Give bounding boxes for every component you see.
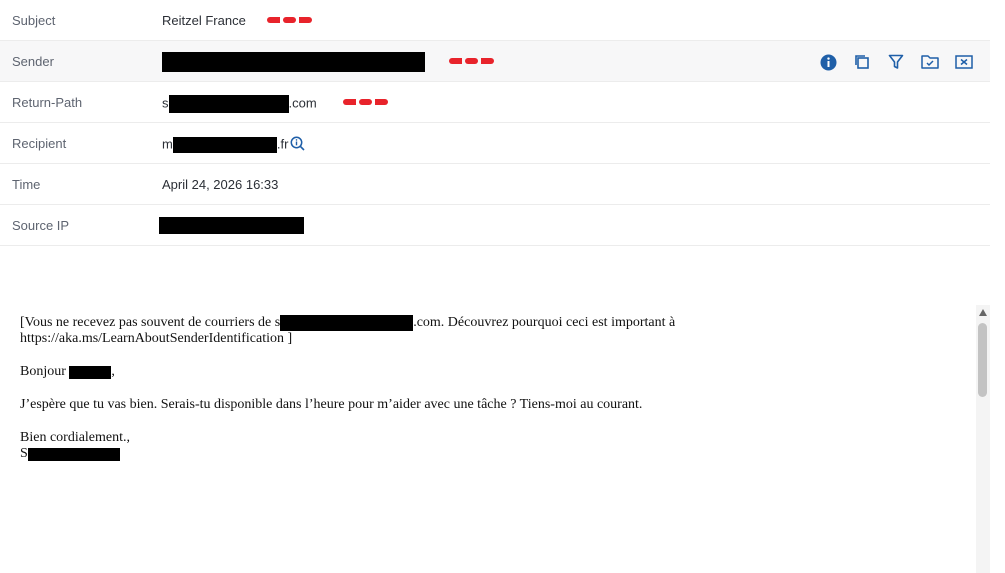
sender-identification-link[interactable]: https://aka.ms/LearnAboutSenderIdentific…: [20, 331, 292, 346]
time-value: April 24, 2026 16:33: [162, 177, 279, 192]
filter-icon[interactable]: [886, 52, 906, 72]
subject-label: Subject: [12, 13, 56, 28]
closing: Bien cordialement., S: [20, 430, 131, 462]
redaction-block: [27, 447, 120, 461]
header-actions: [818, 52, 974, 72]
return-path-label: Return-Path: [12, 95, 83, 110]
risk-indicator: [449, 58, 494, 64]
scrollbar-thumb[interactable]: [978, 323, 987, 397]
greeting: Bonjour ,: [20, 364, 115, 380]
redaction-block: [168, 95, 289, 113]
recipient-value: m .fr: [162, 136, 305, 154]
return-path-value: s .com: [162, 95, 317, 113]
redaction-block: [159, 217, 304, 235]
source-ip-label: Source IP: [12, 218, 70, 233]
message-header: Subject Reitzel France Sender Return-Pat…: [0, 0, 990, 246]
message-text: J’espère que tu vas bien. Serais-tu disp…: [20, 397, 643, 413]
delete-message-icon[interactable]: [954, 52, 974, 72]
copy-icon[interactable]: [852, 52, 872, 72]
source-ip-row: Source IP: [0, 205, 990, 246]
sender-value: [162, 52, 425, 72]
subject-row: Subject Reitzel France: [0, 0, 990, 41]
message-body: [Vous ne recevez pas souvent de courrier…: [0, 305, 978, 573]
external-sender-notice: [Vous ne recevez pas souvent de courrier…: [20, 315, 676, 347]
source-ip-value: [159, 217, 304, 235]
scroll-up-arrow-icon[interactable]: [979, 309, 987, 316]
risk-indicator: [343, 99, 388, 105]
redaction-block: [172, 137, 277, 153]
search-recipient-icon[interactable]: [290, 136, 305, 154]
redaction-block: [280, 315, 414, 331]
return-path-row: Return-Path s .com: [0, 82, 990, 123]
subject-value: Reitzel France: [162, 13, 246, 28]
info-icon[interactable]: [818, 52, 838, 72]
sender-row: Sender: [0, 41, 990, 82]
redaction-block: [162, 52, 425, 72]
recipient-label: Recipient: [12, 136, 67, 151]
time-label: Time: [12, 177, 41, 192]
redaction-block: [69, 365, 112, 379]
message-scrollbar[interactable]: [976, 305, 990, 573]
time-row: Time April 24, 2026 16:33: [0, 164, 990, 205]
move-to-folder-icon[interactable]: [920, 52, 940, 72]
risk-indicator: [267, 17, 312, 23]
sender-label: Sender: [12, 54, 54, 69]
recipient-row: Recipient m .fr: [0, 123, 990, 164]
